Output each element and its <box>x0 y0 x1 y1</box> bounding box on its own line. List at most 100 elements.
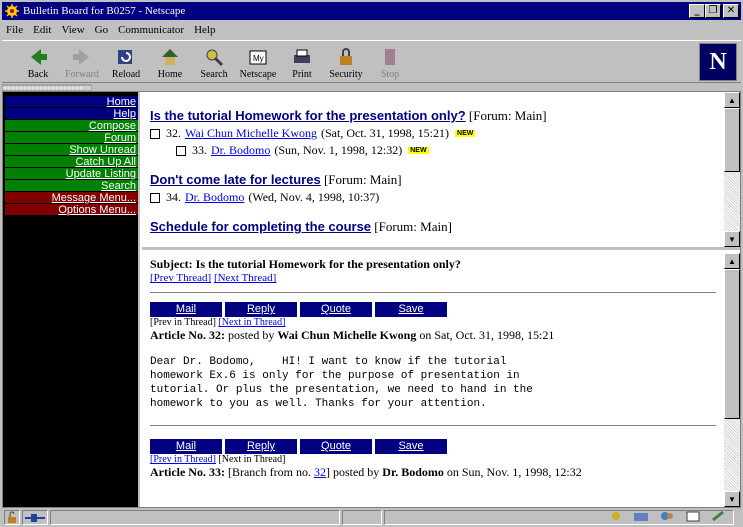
author-link[interactable]: Dr. Bodomo <box>185 190 244 205</box>
thread-title-link[interactable]: Is the tutorial Homework for the present… <box>150 108 466 123</box>
message-date: (Sat, Oct. 31, 1998, 15:21) <box>321 126 450 140</box>
progress-area <box>342 510 382 525</box>
thread-list-frame: Is the tutorial Homework for the present… <box>142 92 740 250</box>
menu-view[interactable]: View <box>61 24 84 36</box>
stop-button[interactable]: Stop <box>368 42 412 82</box>
up-arrow-icon: ▲ <box>728 95 736 105</box>
back-button[interactable]: Back <box>16 42 60 82</box>
menu-communicator[interactable]: Communicator <box>118 24 184 36</box>
nav-item-help[interactable]: Help <box>5 108 138 120</box>
save-button[interactable]: Save <box>375 302 447 317</box>
nav-item-compose[interactable]: Compose <box>5 120 138 132</box>
article-info: Article No. 32: posted by Wai Chun Miche… <box>150 328 716 343</box>
article-info: Article No. 33: [Branch from no. 32] pos… <box>150 465 716 480</box>
thread-heading: Is the tutorial Homework for the present… <box>150 108 720 124</box>
title-bar[interactable]: Bulletin Board for B0257 - Netscape _ ❐ … <box>2 2 741 20</box>
nav-item-forum[interactable]: Forum <box>5 132 138 144</box>
pen-icon[interactable] <box>711 510 727 525</box>
home-button[interactable]: Home <box>148 42 192 82</box>
mail-icon[interactable] <box>633 510 649 525</box>
window-title: Bulletin Board for B0257 - Netscape <box>23 5 186 17</box>
down-arrow-icon: ▼ <box>728 234 736 244</box>
menu-file[interactable]: File <box>6 24 23 36</box>
security-lock-icon <box>335 47 357 67</box>
prev-thread-link[interactable]: [Prev Thread] <box>150 272 211 284</box>
nav-item-update-listing[interactable]: Update Listing <box>5 168 138 180</box>
nav-item-options-menu[interactable]: Options Menu... <box>5 204 138 216</box>
browser-window: Bulletin Board for B0257 - Netscape _ ❐ … <box>0 0 743 527</box>
thread-row: 33. Dr. Bodomo (Sun, Nov. 1, 1998, 12:32… <box>176 143 720 158</box>
scroll-down-button[interactable]: ▼ <box>724 231 740 247</box>
menu-edit[interactable]: Edit <box>33 24 51 36</box>
scroll-thumb[interactable] <box>724 108 740 172</box>
reload-label: Reload <box>111 69 141 80</box>
reply-button[interactable]: Reply <box>225 439 297 454</box>
discussions-icon[interactable] <box>659 510 675 525</box>
security-status-icon[interactable] <box>4 510 20 525</box>
article-body: Dear Dr. Bodomo, HI! I want to know if t… <box>150 356 533 410</box>
article-scrollbar[interactable]: ▲ ▼ <box>724 253 740 507</box>
scroll-up-button[interactable]: ▲ <box>724 253 740 269</box>
component-bar <box>384 510 734 525</box>
status-bar <box>2 509 741 526</box>
nav-item-message-menu[interactable]: Message Menu... <box>5 192 138 204</box>
next-thread-link[interactable]: [Next Thread] <box>214 272 276 284</box>
print-label: Print <box>292 69 312 80</box>
back-arrow-icon <box>27 47 49 67</box>
posted-by-text: posted by <box>224 328 278 342</box>
scroll-down-button[interactable]: ▼ <box>724 491 740 507</box>
minimize-button[interactable]: _ <box>689 4 705 18</box>
thread-title-link[interactable]: Don't come late for lectures <box>150 172 321 187</box>
menu-help[interactable]: Help <box>194 24 215 36</box>
up-arrow-icon: ▲ <box>728 256 736 266</box>
message-number: 33. <box>192 143 207 157</box>
nav-item-search[interactable]: Search <box>5 180 138 192</box>
new-badge: NEW <box>455 130 476 137</box>
mail-button[interactable]: Mail <box>150 439 222 454</box>
menu-go[interactable]: Go <box>95 24 108 36</box>
menu-bar: File Edit View Go Communicator Help <box>2 21 741 39</box>
netscape-logo[interactable]: N <box>699 43 737 81</box>
security-button[interactable]: Security <box>324 42 368 82</box>
scroll-thumb[interactable] <box>724 269 740 419</box>
mark-read-checkbox[interactable] <box>150 128 160 139</box>
reply-button[interactable]: Reply <box>225 302 297 317</box>
message-date: (Sun, Nov. 1, 1998, 12:32) <box>274 143 403 157</box>
maximize-button[interactable]: ❐ <box>705 4 721 18</box>
author-link[interactable]: Dr. Bodomo <box>211 143 270 158</box>
composer-icon[interactable] <box>685 510 701 525</box>
article-frame: Subject: Is the tutorial Homework for th… <box>142 253 740 507</box>
mark-read-checkbox[interactable] <box>150 192 160 203</box>
reload-button[interactable]: Reload <box>104 42 148 82</box>
save-button[interactable]: Save <box>375 439 447 454</box>
quote-button[interactable]: Quote <box>300 302 372 317</box>
thread-forum: [Forum: Main] <box>374 219 452 234</box>
article-subject: Subject: Is the tutorial Homework for th… <box>150 257 461 271</box>
print-button[interactable]: Print <box>280 42 324 82</box>
author-link[interactable]: Wai Chun Michelle Kwong <box>185 126 317 141</box>
close-button[interactable]: ✕ <box>723 4 739 18</box>
branch-link[interactable]: 32 <box>314 465 326 479</box>
nav-item-show-unread[interactable]: Show Unread <box>5 144 138 156</box>
nav-menu: Home Help Compose Forum Show Unread Catch Up … <box>5 96 138 216</box>
thread-row: 34. Dr. Bodomo (Wed, Nov. 4, 1998, 10:37… <box>150 190 720 205</box>
netscape-button[interactable]: My Netscape <box>236 42 280 82</box>
thread-heading: Don't come late for lectures [Forum: Mai… <box>150 172 720 188</box>
navigator-icon[interactable] <box>609 510 623 525</box>
mail-button[interactable]: Mail <box>150 302 222 317</box>
nav-item-home[interactable]: Home <box>5 96 138 108</box>
mark-read-checkbox[interactable] <box>176 145 186 156</box>
nav-item-catch-up-all[interactable]: Catch Up All <box>5 156 138 168</box>
thread-list-scrollbar[interactable]: ▲ ▼ <box>724 92 740 247</box>
quote-button[interactable]: Quote <box>300 439 372 454</box>
thread-title-link[interactable]: Schedule for completing the course <box>150 219 371 234</box>
scroll-up-button[interactable]: ▲ <box>724 92 740 108</box>
next-in-thread-link[interactable]: [Next in Thread] <box>218 317 285 328</box>
prev-in-thread-link[interactable]: [Prev in Thread] <box>150 454 216 465</box>
search-label: Search <box>200 69 228 80</box>
toolbar-grip[interactable] <box>1 83 93 92</box>
nav-frame: Home Help Compose Forum Show Unread Catch Up … <box>3 92 140 507</box>
search-button[interactable]: Search <box>192 42 236 82</box>
close-icon: ✕ <box>726 5 736 16</box>
forward-button[interactable]: Forward <box>60 42 104 82</box>
